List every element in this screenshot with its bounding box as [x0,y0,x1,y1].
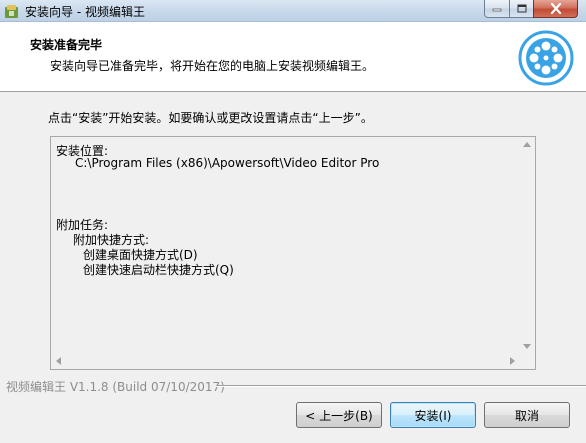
ready-memo-box[interactable]: 安装位置: C:\Program Files (x86)\Apowersoft\… [50,136,536,370]
wizard-header: 安装准备完毕 安装向导已准备完毕，将开始在您的电脑上安装视频编辑王。 [0,22,586,92]
header-subtitle: 安装向导已准备完毕，将开始在您的电脑上安装视频编辑王。 [50,59,375,73]
footer-divider [216,385,586,387]
title-bar[interactable]: 安装向导 - 视频编辑王 [0,0,586,22]
horizontal-scrollbar[interactable] [51,353,520,369]
header-title: 安装准备完毕 [30,38,103,52]
close-icon [550,3,561,14]
shortcut-quicklaunch: 创建快速启动栏快捷方式(Q) [83,263,234,277]
install-button[interactable]: 安装(I) [390,402,476,428]
scroll-left-icon[interactable] [56,357,61,365]
film-reel-icon [518,30,574,86]
scrollbar-corner [519,353,535,369]
minimize-icon [492,8,502,11]
maximize-icon [517,4,526,13]
installer-app-icon [5,5,18,18]
maximize-button[interactable] [509,0,534,18]
instruction-text: 点击“安装”开始安装。如要确认或更改设置请点击“上一步”。 [48,111,373,125]
window-title: 安装向导 - 视频编辑王 [25,5,145,19]
close-button[interactable] [533,0,578,18]
vertical-scrollbar[interactable] [519,137,535,354]
install-location-value: C:\Program Files (x86)\Apowersoft\Video … [75,156,380,170]
installer-window: 安装向导 - 视频编辑王 安装准备完毕 安装向导已准备完毕，将开始在您的电脑上安… [0,0,586,443]
scroll-right-icon[interactable] [510,357,515,365]
cancel-button[interactable]: 取消 [484,402,570,428]
scroll-down-icon[interactable] [523,344,531,349]
back-button[interactable]: < 上一步(B) [296,402,382,428]
version-label: 视频编辑王 V1.1.8 (Build 07/10/2017) [6,380,225,394]
minimize-button[interactable] [484,0,510,18]
scroll-up-icon[interactable] [523,142,531,147]
memo-content: 安装位置: C:\Program Files (x86)\Apowersoft\… [51,137,521,355]
